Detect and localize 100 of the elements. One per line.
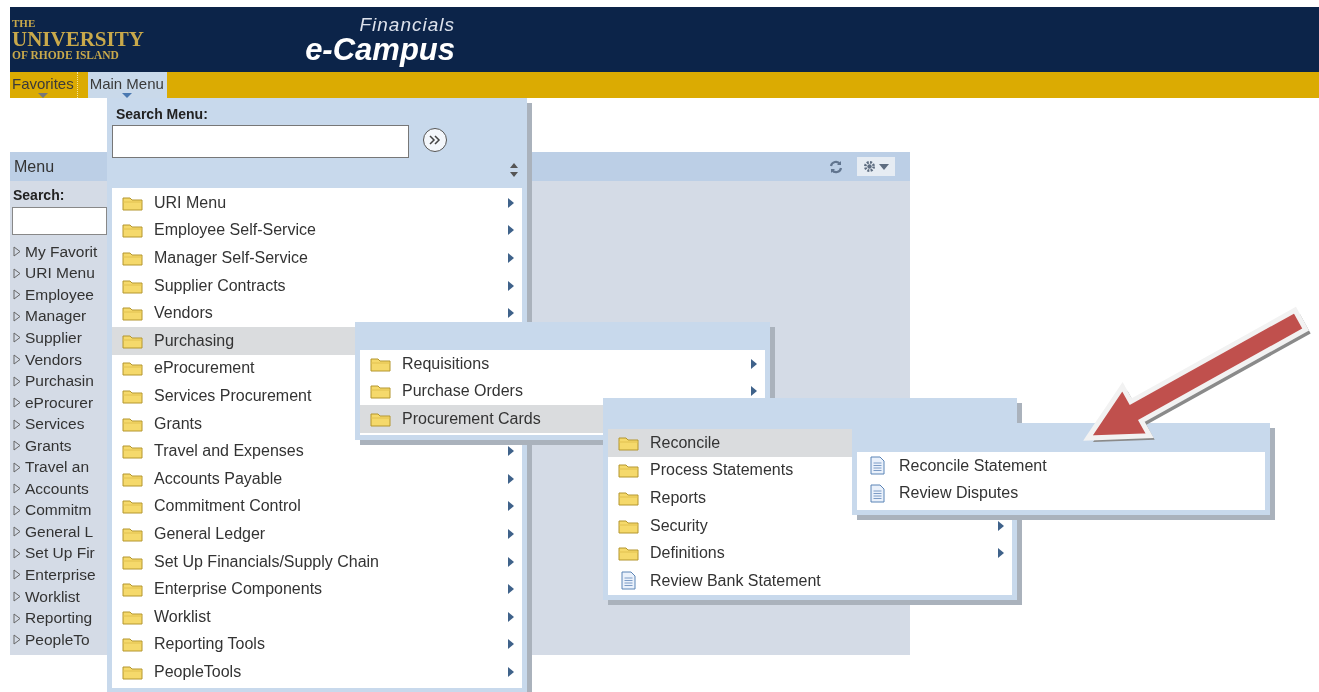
double-chevron-icon — [429, 135, 441, 145]
menu-item[interactable]: Reporting Tools — [112, 630, 522, 659]
menu-item[interactable]: Employee Self-Service — [112, 216, 522, 245]
search-field[interactable] — [12, 207, 107, 235]
menu-item[interactable]: Commitment Control — [112, 492, 522, 521]
menu-link[interactable]: General L — [25, 522, 94, 541]
menu-link[interactable]: Supplier — [25, 328, 82, 347]
folder-icon — [370, 383, 391, 400]
folder-icon — [122, 498, 143, 515]
menu-link[interactable]: Travel an — [25, 458, 90, 477]
settings-icon — [863, 160, 876, 173]
expand-icon[interactable] — [13, 526, 21, 538]
pagelet-title: Menu — [14, 157, 55, 176]
folder-icon — [122, 360, 143, 377]
expand-icon[interactable] — [13, 634, 21, 646]
expand-icon[interactable] — [13, 569, 21, 581]
expand-icon[interactable] — [13, 354, 21, 365]
expand-icon[interactable] — [13, 375, 21, 387]
menu-link[interactable]: URI Menu — [25, 264, 95, 283]
menu-link[interactable]: My Favorit — [25, 242, 98, 261]
folder-icon — [122, 222, 143, 239]
expand-icon[interactable] — [13, 461, 21, 473]
expand-icon[interactable] — [13, 612, 21, 624]
nav-tab[interactable]: Favorites — [10, 72, 78, 98]
caret-icon — [37, 93, 48, 98]
expand-icon[interactable] — [13, 332, 21, 344]
menu-link[interactable]: Manager — [25, 307, 87, 326]
folder-icon — [122, 525, 143, 542]
document-icon — [870, 483, 885, 503]
expand-icon[interactable] — [13, 310, 21, 322]
menu-link[interactable]: Enterprise — [25, 565, 96, 584]
menu-item[interactable]: Enterprise Components — [112, 575, 522, 603]
search-button[interactable] — [423, 128, 447, 152]
menu-link[interactable]: eProcurer — [25, 393, 94, 412]
menu-item[interactable]: Purchase Orders — [360, 377, 765, 406]
folder-icon — [122, 332, 143, 349]
menu-item[interactable]: URI Menu — [112, 189, 522, 217]
menu-item[interactable]: Supplier Contracts — [112, 271, 522, 300]
sort-icon[interactable] — [509, 162, 519, 178]
expand-icon[interactable] — [13, 418, 21, 430]
folder-icon — [122, 277, 143, 294]
menu-item[interactable]: Vendors — [112, 299, 522, 327]
expand-icon[interactable] — [13, 440, 21, 452]
folder-icon — [122, 415, 143, 432]
menu-link[interactable]: Grants — [25, 436, 72, 455]
app-title: e-Campus — [305, 33, 455, 65]
expand-icon[interactable] — [13, 483, 21, 495]
expand-icon[interactable] — [13, 397, 21, 409]
refresh-icon[interactable] — [829, 159, 843, 174]
document-icon — [870, 456, 885, 476]
menu-link[interactable]: Purchasin — [25, 372, 94, 391]
folder-icon — [618, 490, 639, 506]
document-icon — [621, 571, 636, 591]
folder-icon — [122, 663, 143, 680]
expand-icon[interactable] — [13, 504, 21, 516]
folder-icon — [122, 581, 143, 598]
menu-item[interactable]: Set Up Financials/Supply Chain — [112, 547, 522, 576]
folder-icon — [122, 553, 143, 570]
expand-icon[interactable] — [13, 267, 21, 279]
menu-link[interactable]: Accounts — [25, 479, 89, 498]
expand-icon[interactable] — [13, 289, 21, 301]
folder-icon — [122, 608, 143, 625]
folder-icon — [122, 636, 143, 653]
nav-tab[interactable]: Main Menu — [87, 72, 167, 98]
menu-item[interactable]: Review Bank Statement — [608, 566, 1012, 595]
folder-icon — [122, 387, 143, 404]
menu-item[interactable]: PeopleTools — [112, 658, 522, 686]
menu-link[interactable]: Services — [25, 415, 85, 434]
menu-item[interactable]: Worklist — [112, 602, 522, 631]
menu-link[interactable]: Reporting — [25, 609, 93, 628]
folder-icon — [370, 411, 391, 427]
menu-item[interactable]: Security — [608, 511, 1012, 540]
folder-icon — [618, 545, 639, 562]
search-field[interactable] — [112, 125, 409, 158]
expand-icon[interactable] — [13, 246, 21, 258]
folder-icon — [122, 305, 143, 322]
folder-icon — [618, 434, 639, 451]
folder-icon — [122, 194, 143, 211]
menu-link[interactable]: Worklist — [25, 587, 80, 606]
menu-link[interactable]: Set Up Fir — [25, 544, 95, 563]
menu-item[interactable]: Definitions — [608, 539, 1012, 567]
menu-link[interactable]: PeopleTo — [25, 630, 90, 649]
folder-icon — [122, 250, 143, 266]
menu-item[interactable]: Manager Self-Service — [112, 244, 522, 272]
menu-link[interactable]: Vendors — [25, 350, 82, 369]
menu-link[interactable]: Commitm — [25, 501, 92, 520]
logo-text: OF RHODE ISLAND — [12, 49, 120, 62]
expand-icon[interactable] — [13, 547, 21, 559]
expand-icon[interactable] — [13, 591, 21, 602]
menu-link[interactable]: Employee — [25, 285, 94, 304]
search-label: Search: — [13, 187, 66, 203]
folder-icon — [122, 443, 143, 460]
folder-icon — [370, 355, 391, 372]
menu-item[interactable]: General Ledger — [112, 520, 522, 548]
folder-icon — [618, 462, 639, 479]
menu-item[interactable]: Accounts Payable — [112, 464, 522, 493]
settings-button[interactable] — [857, 157, 895, 176]
logo-text: THE — [12, 17, 37, 29]
menu-item[interactable]: Review Disputes — [857, 479, 1265, 508]
menu-item[interactable]: Travel and Expenses — [112, 437, 522, 465]
